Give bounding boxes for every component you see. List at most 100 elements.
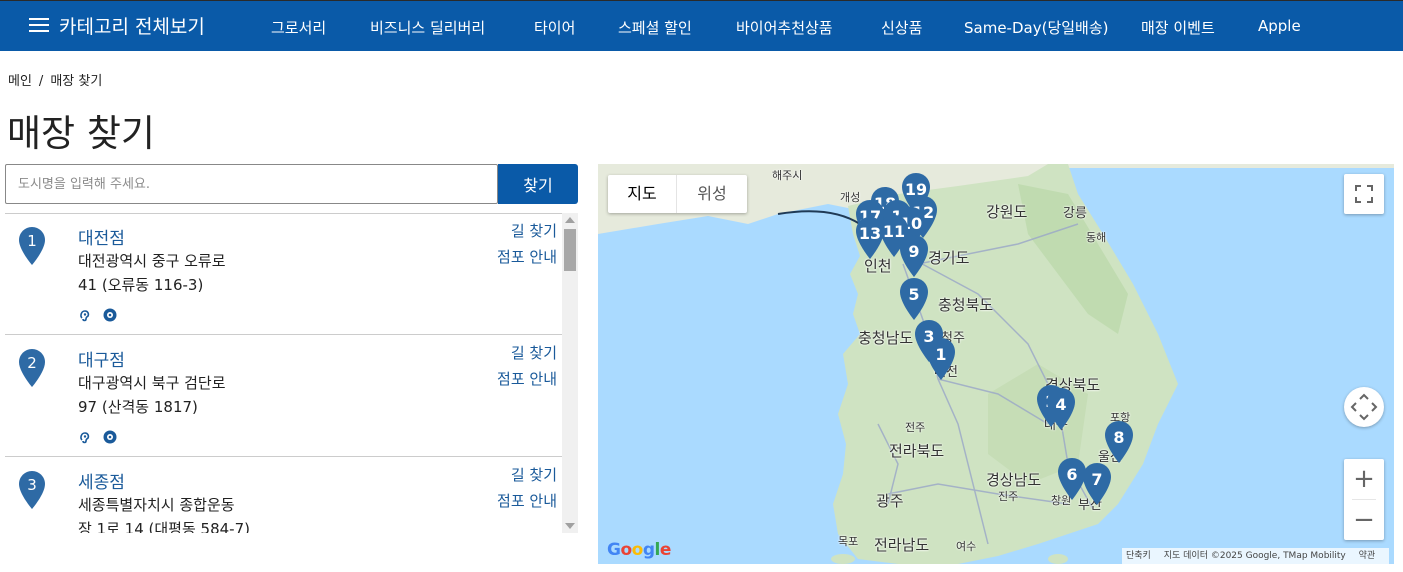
nav-item-grocery[interactable]: 그로서리 — [271, 17, 326, 38]
store-pin-number: 1 — [27, 232, 37, 250]
map-label-jeonbuk: 전라북도 — [889, 442, 945, 460]
map-marker-number: 9 — [908, 242, 920, 261]
map-marker-number: 8 — [1113, 428, 1125, 447]
map-marker[interactable]: 5 — [899, 277, 929, 321]
store-address-line2: 97 (산격동 1817) — [78, 398, 198, 416]
store-address-line1: 대전광역시 중구 오류로 — [78, 252, 226, 270]
breadcrumb-current: 매장 찾기 — [50, 74, 103, 89]
map-marker-number: 4 — [1055, 395, 1067, 414]
page-title: 매장 찾기 — [7, 112, 155, 155]
map-rotate-control[interactable] — [1344, 387, 1384, 427]
map-label-gangneung: 강릉 — [1063, 206, 1087, 221]
store-address-line1: 세종특별자치시 종합운동 — [78, 496, 235, 514]
map-marker-number: 1 — [935, 345, 947, 364]
store-service-icons — [78, 306, 123, 322]
store-item: 3 세종점 세종특별자치시 종합운동장 1로 14 (대평동 584-7) 길 … — [5, 458, 562, 533]
map-label-jeonju: 전주 — [905, 421, 926, 434]
store-service-icons — [78, 428, 123, 444]
store-list: 1 대전점 대전광역시 중구 오류로 41 (오류동 116-3) 길 찾기 점포… — [5, 213, 578, 533]
zoom-in-button[interactable]: + — [1344, 459, 1384, 499]
map-label-yeosu: 여수 — [956, 540, 977, 553]
map-terms-link[interactable]: 약관 — [1359, 551, 1376, 561]
store-pin-number: 3 — [27, 476, 37, 494]
store-pin-icon: 3 — [19, 471, 45, 509]
nav-item-same-day[interactable]: Same-Day(당일배송) — [964, 17, 1109, 38]
map-marker[interactable]: 8 — [1104, 420, 1134, 464]
map-label-gyeongnam: 경상남도 — [986, 471, 1042, 489]
map-label-mokpo: 목포 — [838, 535, 859, 548]
directions-link[interactable]: 길 찾기 — [511, 464, 557, 485]
store-address-line2: 41 (오류동 116-3) — [78, 276, 204, 294]
directions-link[interactable]: 길 찾기 — [511, 342, 557, 363]
tire-icon — [103, 307, 117, 326]
store-name[interactable]: 대전점 — [78, 224, 125, 249]
nav-item-tire[interactable]: 타이어 — [534, 17, 575, 38]
map-type-toggle: 지도 위성 — [608, 175, 747, 213]
hearing-aid-icon — [78, 429, 92, 448]
breadcrumb-home-link[interactable]: 메인 — [8, 74, 32, 89]
map-type-map-button[interactable]: 지도 — [608, 175, 677, 213]
map-marker[interactable]: 9 — [899, 234, 929, 278]
store-name[interactable]: 대구점 — [78, 346, 125, 371]
store-info-link[interactable]: 점포 안내 — [497, 490, 557, 511]
nav-item-business-delivery[interactable]: 비즈니스 딜리버리 — [370, 17, 485, 38]
zoom-out-button[interactable]: − — [1344, 500, 1384, 540]
map-marker-number: 7 — [1091, 470, 1103, 489]
store-address: 대전광역시 중구 오류로 41 (오류동 116-3) — [78, 249, 278, 297]
breadcrumb-separator: / — [38, 74, 44, 89]
map-label-chungnam: 충청남도 — [858, 329, 914, 347]
nav-item-special-discount[interactable]: 스페셜 할인 — [618, 17, 692, 38]
map-label-gwangju: 광주 — [876, 492, 904, 510]
store-name[interactable]: 세종점 — [78, 468, 125, 493]
store-pin-number: 2 — [27, 354, 37, 372]
keyboard-shortcuts-link[interactable]: 단축키 — [1126, 551, 1151, 561]
directions-link[interactable]: 길 찾기 — [511, 220, 557, 241]
store-pin-icon: 2 — [19, 349, 45, 387]
tire-icon — [103, 429, 117, 448]
map-marker[interactable]: 4 — [1046, 387, 1076, 431]
search-button[interactable]: 찾기 — [498, 164, 578, 204]
nav-item-buyer-pick[interactable]: 바이어추천상품 — [736, 17, 833, 38]
map-marker[interactable]: 1 — [926, 337, 956, 381]
map-label-chungbuk: 충청북도 — [938, 296, 994, 314]
store-item: 2 대구점 대구광역시 북구 검단로 97 (산격동 1817) 길 찾기 점포 … — [5, 336, 562, 457]
store-address-line2: 장 1로 14 (대평동 584-7) — [78, 520, 250, 533]
category-all-button[interactable]: 카테고리 전체보기 — [59, 12, 205, 39]
compass-arrows-icon — [1350, 393, 1378, 421]
store-item: 1 대전점 대전광역시 중구 오류로 41 (오류동 116-3) 길 찾기 점포… — [5, 214, 562, 335]
map-label-jeonnam: 전라남도 — [874, 536, 930, 554]
store-address: 대구광역시 북구 검단로 97 (산격동 1817) — [78, 371, 278, 419]
map-label-haeju: 해주시 — [772, 169, 803, 182]
map-marker-number: 5 — [908, 285, 920, 304]
city-search-input[interactable] — [5, 164, 498, 204]
map-label-gangwon: 강원도 — [986, 203, 1028, 221]
scroll-thumb[interactable] — [564, 229, 576, 271]
map-label-donghae: 동해 — [1086, 231, 1107, 244]
nav-item-new-products[interactable]: 신상품 — [881, 17, 922, 38]
scroll-up-arrow-icon[interactable] — [565, 217, 575, 223]
map-marker[interactable]: 7 — [1082, 462, 1112, 506]
store-address: 세종특별자치시 종합운동장 1로 14 (대평동 584-7) — [78, 493, 278, 533]
top-nav: 카테고리 전체보기 그로서리 비즈니스 딜리버리 타이어 스페셜 할인 바이어추… — [0, 0, 1403, 51]
store-info-link[interactable]: 점포 안내 — [497, 246, 557, 267]
fullscreen-icon — [1355, 185, 1373, 203]
map-base — [598, 164, 1394, 564]
zoom-control: + − — [1344, 459, 1384, 540]
nav-item-apple[interactable]: Apple — [1258, 17, 1301, 35]
nav-item-store-event[interactable]: 매장 이벤트 — [1141, 17, 1215, 38]
hearing-aid-icon — [78, 307, 92, 326]
map-label-gyeonggi: 경기도 — [928, 249, 970, 267]
store-info-link[interactable]: 점포 안내 — [497, 368, 557, 389]
scroll-down-arrow-icon[interactable] — [565, 523, 575, 529]
map-label-jinju: 진주 — [998, 490, 1019, 503]
breadcrumb: 메인 / 매장 찾기 — [8, 70, 102, 89]
store-pin-icon: 1 — [19, 227, 45, 265]
map-data-credit: 지도 데이터 ©2025 Google, TMap Mobility — [1163, 551, 1346, 561]
store-list-scrollbar[interactable] — [562, 213, 578, 533]
map-attribution: 단축키 지도 데이터 ©2025 Google, TMap Mobility 약… — [1122, 548, 1390, 564]
fullscreen-button[interactable] — [1344, 174, 1384, 214]
hamburger-menu-icon[interactable] — [29, 15, 49, 35]
store-address-line1: 대구광역시 북구 검단로 — [78, 374, 226, 392]
store-map[interactable]: 해주시 개성 강원도 강릉 동해 인천 경기도 충청북도 충청남도 청주 대전 … — [598, 164, 1394, 564]
map-type-satellite-button[interactable]: 위성 — [677, 175, 747, 213]
